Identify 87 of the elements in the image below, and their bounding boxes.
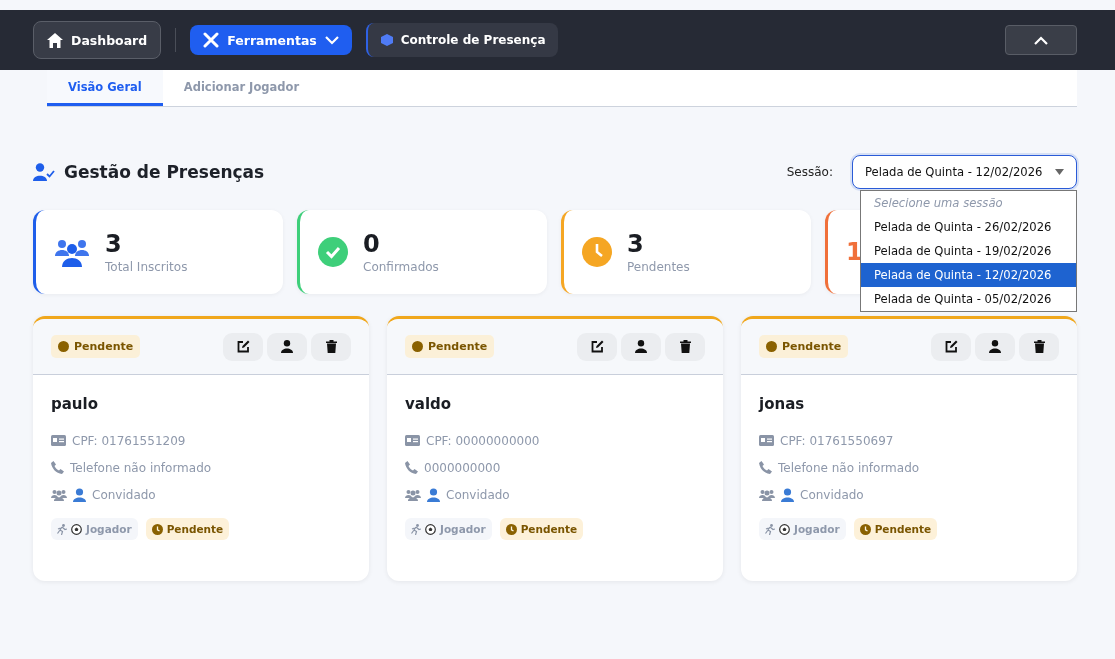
session-select[interactable]: Pelada de Quinta - 12/02/2026 [852,155,1077,189]
phone-text: Telefone não informado [778,460,920,475]
phone-icon [51,461,64,474]
player-name: valdo [405,395,453,413]
id-card-icon [405,435,420,446]
player-name: paulo [51,395,99,413]
group-text: Convidado [92,487,156,502]
chevron-up-icon [1034,35,1048,45]
person-icon [989,340,1001,353]
phone-icon [759,461,772,474]
profile-button[interactable] [621,332,661,361]
delete-button[interactable] [311,332,351,361]
phone-icon [405,461,418,474]
users-icon [51,488,67,501]
status-badge: Pendente [51,335,141,358]
delete-button[interactable] [1019,332,1059,361]
home-icon [47,32,63,48]
status-dot-icon [412,341,423,352]
trash-icon [1033,340,1045,353]
role-tag: Jogador [51,518,138,540]
status-dot-icon [58,341,69,352]
chevron-down-icon [324,35,339,45]
users-icon [759,488,775,501]
delete-button[interactable] [665,332,705,361]
users-icon [54,237,90,267]
player-name: jonas [759,395,806,413]
cpf-text: CPF: 00000000000 [426,433,540,448]
dashboard-button[interactable]: Dashboard [33,21,162,59]
stat-label: Pendentes [627,260,690,274]
trash-icon [679,340,691,353]
person-icon [427,487,440,502]
role-tag: Jogador [405,518,492,540]
profile-button[interactable] [975,332,1015,361]
group-text: Convidado [446,487,510,502]
status-badge: Pendente [759,335,849,358]
role-tag: Jogador [759,518,846,540]
edit-button[interactable] [223,332,263,361]
section-title: Gestão de Presenças [64,162,265,182]
id-card-icon [51,435,66,446]
dropdown-option[interactable]: Pelada de Quinta - 19/02/2026 [861,239,1076,263]
person-icon [781,487,794,502]
stat-value: 3 [105,230,123,258]
stat-value: 3 [627,230,645,258]
session-label: Sessão: [786,165,833,179]
users-icon [405,488,421,501]
user-check-icon [33,163,55,181]
clock-icon [582,237,612,267]
person-icon [73,487,86,502]
profile-button[interactable] [267,332,307,361]
trash-icon [325,340,337,353]
edit-icon [590,340,604,353]
person-icon [281,340,293,353]
runner-icon [411,523,421,535]
stat-value: 0 [363,230,381,258]
cube-icon [380,34,393,46]
dropdown-option[interactable]: Pelada de Quinta - 05/02/2026 [861,287,1076,311]
pending-tag: Pendente [853,518,938,540]
group-text: Convidado [800,487,864,502]
dropdown-arrow-icon [1055,169,1064,175]
stat-label: Confirmados [363,260,439,274]
tools-menu-button[interactable]: Ferramentas [190,25,352,55]
id-card-icon [759,435,774,446]
phone-text: 0000000000 [424,460,501,475]
clock-icon [505,523,517,535]
clock-icon [859,523,871,535]
clock-icon [151,523,163,535]
tab[interactable]: Visão Geral [47,70,163,106]
phone-text: Telefone não informado [70,460,212,475]
edit-button[interactable] [577,332,617,361]
pending-tag: Pendente [145,518,230,540]
pending-tag: Pendente [499,518,584,540]
attendance-control-button[interactable]: Controle de Presença [365,23,559,57]
person-icon [635,340,647,353]
runner-icon [57,523,67,535]
check-circle-icon [318,237,348,267]
stat-value: 1 [846,238,863,266]
cpf-text: CPF: 01761551209 [72,433,186,448]
edit-icon [944,340,958,353]
stat-label: Total Inscritos [105,260,188,274]
dropdown-option[interactable]: Pelada de Quinta - 12/02/2026 [861,263,1076,287]
edit-icon [236,340,250,353]
runner-icon [765,523,775,535]
status-dot-icon [766,341,777,352]
status-badge: Pendente [405,335,495,358]
cpf-text: CPF: 01761550697 [780,433,894,448]
edit-button[interactable] [931,332,971,361]
dropdown-option[interactable]: Pelada de Quinta - 26/02/2026 [861,215,1076,239]
